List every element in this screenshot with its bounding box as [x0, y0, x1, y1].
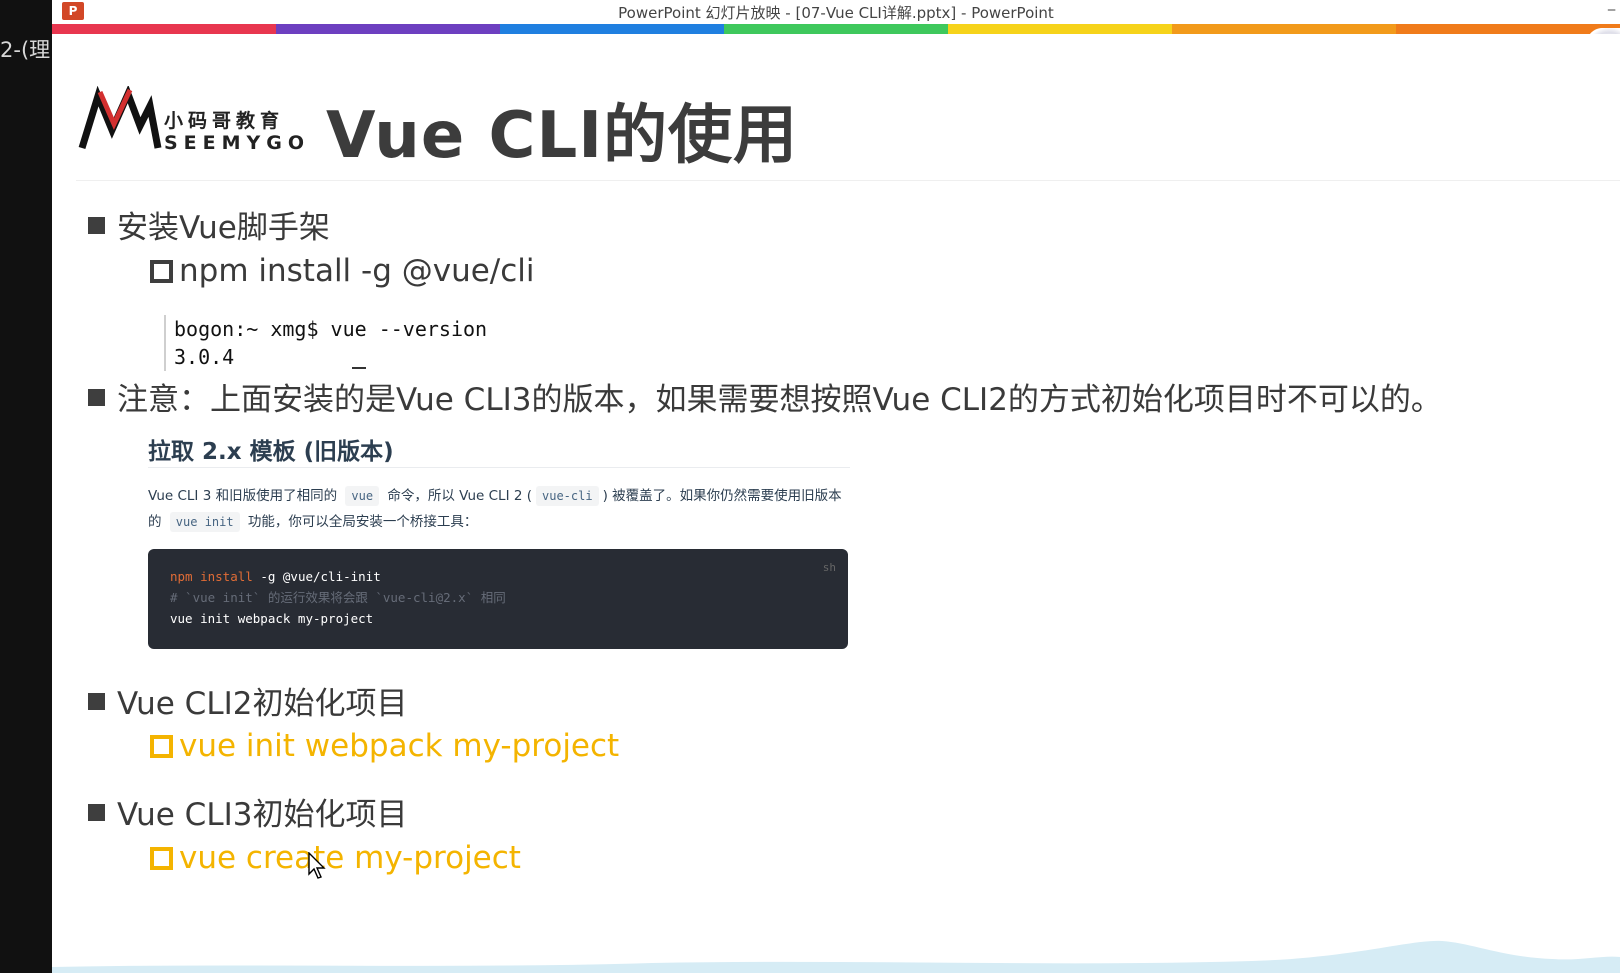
- slide-canvas[interactable]: 小码哥教育 SEEMYGO Vue CLI的使用 安装Vue脚手架 npm in…: [52, 34, 1620, 973]
- code-line: vue init webpack my-project: [170, 611, 374, 626]
- inline-code: vue-cli: [536, 486, 599, 506]
- doc-text: Vue CLI 3 和旧版使用了相同的: [148, 488, 338, 504]
- color-band-segment: [948, 24, 1172, 34]
- color-band-segment: [1172, 24, 1396, 34]
- window-minimize-icon[interactable]: ‒: [1607, 2, 1616, 18]
- sub-bullet-vue-init: vue init webpack my-project: [150, 728, 619, 764]
- code-keyword: npm install: [170, 569, 253, 584]
- mouse-pointer-icon: [308, 852, 326, 879]
- text-cursor-mark: [352, 367, 366, 369]
- doc-paragraph: Vue CLI 3 和旧版使用了相同的 vue 命令，所以 Vue CLI 2 …: [148, 483, 852, 535]
- doc-text: 功能，你可以全局安装一个桥接工具：: [247, 514, 478, 530]
- slide-color-band: [52, 24, 1620, 34]
- inline-code: vue: [345, 486, 380, 506]
- sub-bullet-text: npm install -g @vue/cli: [179, 253, 535, 289]
- bullet-text: Vue CLI3初始化项目: [117, 797, 408, 833]
- code-line: npm install -g @vue/cli-init: [170, 566, 848, 587]
- color-band-segment: [500, 24, 724, 34]
- filled-square-bullet-icon: [88, 804, 105, 821]
- seemygo-logo: 小码哥教育 SEEMYGO: [78, 86, 304, 158]
- bullet-note: 注意：上面安装的是Vue CLI3的版本，如果需要想按照Vue CLI2的方式初…: [88, 374, 1442, 419]
- filled-square-bullet-icon: [88, 217, 105, 234]
- logo-english-text: SEEMYGO: [164, 132, 311, 154]
- color-band-segment: [52, 24, 276, 34]
- inline-code: vue init: [169, 512, 240, 532]
- sub-bullet-text: vue init webpack my-project: [179, 728, 620, 764]
- code-block: sh npm install -g @vue/cli-init # `vue i…: [148, 549, 848, 649]
- doc-heading: 拉取 2.x 模板 (旧版本): [148, 439, 394, 465]
- sub-bullet-npm-install: npm install -g @vue/cli: [150, 253, 535, 289]
- left-background-strip: 2-(理: [0, 0, 52, 973]
- code-comment-line: # `vue init` 的运行效果将会跟 `vue-cli@2.x` 相同: [170, 590, 506, 605]
- logo-chinese-text: 小码哥教育: [164, 110, 285, 132]
- code-language-label: sh: [822, 561, 836, 574]
- terminal-line: bogon:~ xmg$ vue --version: [174, 317, 488, 341]
- filled-square-bullet-icon: [88, 693, 105, 710]
- bullet-install-scaffold: 安装Vue脚手架: [88, 202, 330, 247]
- hollow-square-bullet-icon: [150, 735, 173, 758]
- hollow-square-bullet-icon: [150, 847, 173, 870]
- color-band-segment: [276, 24, 500, 34]
- filled-square-bullet-icon: [88, 389, 105, 406]
- window-title: PowerPoint 幻灯片放映 - [07-Vue CLI详解.pptx] -…: [618, 4, 1054, 22]
- background-window-text: 2-(理: [0, 38, 51, 62]
- doc-text: 命令，所以 Vue CLI 2 (: [387, 488, 532, 504]
- title-divider: [76, 180, 1620, 181]
- code-text: -g @vue/cli-init: [252, 569, 381, 584]
- color-band-segment: [1396, 24, 1620, 34]
- bullet-text: Vue CLI2初始化项目: [117, 686, 408, 722]
- color-band-segment: [724, 24, 948, 34]
- bullet-text: 注意：上面安装的是Vue CLI3的版本，如果需要想按照Vue CLI2的方式初…: [117, 382, 1442, 418]
- logo-m-mark-icon: [78, 86, 162, 150]
- terminal-screenshot: bogon:~ xmg$ vue --version 3.0.4: [164, 315, 694, 371]
- window-titlebar[interactable]: P PowerPoint 幻灯片放映 - [07-Vue CLI详解.pptx]…: [52, 0, 1620, 25]
- doc-heading-rule: [148, 467, 850, 468]
- terminal-line: 3.0.4: [174, 345, 235, 369]
- bullet-cli2-init: Vue CLI2初始化项目: [88, 678, 407, 723]
- bottom-decorative-wave: [52, 940, 1620, 973]
- bullet-text: 安装Vue脚手架: [117, 210, 330, 246]
- sub-bullet-text: vue create my-project: [179, 840, 521, 876]
- bullet-cli3-init: Vue CLI3初始化项目: [88, 789, 407, 834]
- hollow-square-bullet-icon: [150, 260, 173, 283]
- slide-title: Vue CLI的使用: [326, 99, 799, 173]
- sub-bullet-vue-create: vue create my-project: [150, 840, 521, 876]
